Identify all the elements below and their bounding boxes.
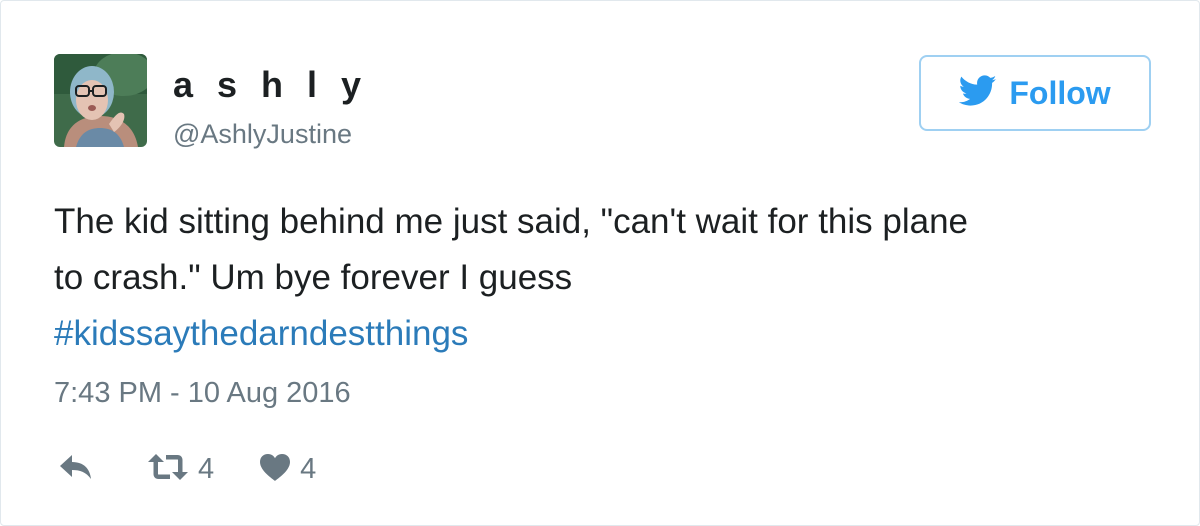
tweet-timestamp[interactable]: 7:43 PM - 10 Aug 2016 (54, 373, 351, 413)
tweet-text-line-2: to crash." Um bye forever I guess (54, 258, 573, 297)
follow-label: Follow (1009, 75, 1111, 111)
avatar[interactable] (54, 54, 147, 147)
user-handle[interactable]: @AshlyJustine (173, 118, 352, 150)
retweet-icon (146, 452, 190, 487)
twitter-bird-icon (959, 74, 997, 112)
reply-icon (58, 453, 94, 486)
like-button[interactable]: 4 (258, 451, 316, 487)
tweet-actions: 4 4 (58, 449, 316, 489)
tweet-card: a s h l y @AshlyJustine Follow The kid s… (0, 0, 1200, 526)
retweet-count: 4 (198, 453, 215, 485)
reply-button[interactable] (58, 453, 94, 486)
like-count: 4 (300, 453, 317, 485)
retweet-button[interactable]: 4 (146, 451, 214, 487)
display-name[interactable]: a s h l y (173, 65, 368, 105)
heart-icon (258, 452, 292, 487)
follow-button[interactable]: Follow (919, 55, 1151, 131)
tweet-text: The kid sitting behind me just said, "ca… (54, 194, 1154, 362)
hashtag-link[interactable]: #kidssaythedarndestthings (54, 314, 468, 353)
avatar-image (54, 54, 147, 147)
tweet-text-line-1: The kid sitting behind me just said, "ca… (54, 202, 969, 241)
